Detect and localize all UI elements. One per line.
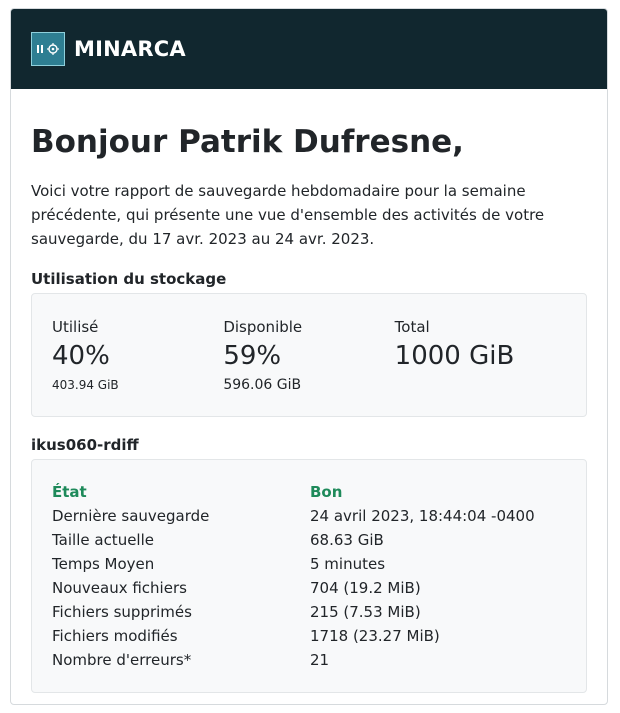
available-amount: 596.06 GiB: [223, 377, 302, 393]
storage-total-stat: Total 1000 GiB: [395, 318, 566, 416]
total-label: Total: [394, 318, 430, 336]
storage-used-stat: Utilisé 40% 403.94 GiB: [52, 318, 223, 416]
repository-details-panel: État Bon Dernière sauvegarde 24 avril 2023,…: [31, 459, 587, 693]
detail-row: Nombre d'erreurs* 21: [52, 648, 566, 672]
greeting-heading: Bonjour Patrik Dufresne,: [31, 124, 464, 160]
detail-value: 24 avril 2023, 18:44:04 -0400: [310, 507, 535, 525]
detail-label: Taille actuelle: [52, 531, 154, 549]
detail-label: Fichiers supprimés: [52, 603, 192, 621]
detail-row: Fichiers supprimés 215 (7.53 MiB): [52, 600, 566, 624]
detail-value: 21: [310, 651, 330, 669]
used-label: Utilisé: [52, 318, 99, 336]
detail-row: Taille actuelle 68.63 GiB: [52, 528, 566, 552]
detail-label: Nouveaux fichiers: [52, 579, 187, 597]
detail-row: Nouveaux fichiers 704 (19.2 MiB): [52, 576, 566, 600]
intro-paragraph: Voici votre rapport de sauvegarde hebdom…: [31, 182, 545, 248]
detail-value: 215 (7.53 MiB): [310, 603, 421, 621]
detail-label: Temps Moyen: [52, 555, 155, 573]
detail-label: Nombre d'erreurs*: [52, 651, 192, 669]
available-label: Disponible: [223, 318, 303, 336]
minarca-logo-icon: [31, 32, 65, 66]
status-value: Bon: [310, 483, 343, 501]
repository-name: ikus060-rdiff: [31, 436, 139, 454]
detail-row: Dernière sauvegarde 24 avril 2023, 18:44:…: [52, 504, 566, 528]
storage-available-stat: Disponible 59% 596.06 GiB: [223, 318, 394, 416]
detail-label: Dernière sauvegarde: [52, 507, 210, 525]
detail-row: Temps Moyen 5 minutes: [52, 552, 566, 576]
detail-row: Fichiers modifiés 1718 (23.27 MiB): [52, 624, 566, 648]
detail-value: 1718 (23.27 MiB): [310, 627, 440, 645]
email-body: Bonjour Patrik Dufresne, Voici votre rap…: [11, 123, 607, 693]
used-amount: 403.94 GiB: [52, 378, 119, 392]
storage-usage-panel: Utilisé 40% 403.94 GiB Disponible 59% 59…: [31, 293, 587, 417]
detail-value: 68.63 GiB: [310, 531, 384, 549]
detail-label: Fichiers modifiés: [52, 627, 178, 645]
brand-name: MINARCA: [74, 37, 186, 61]
repository-details-table: État Bon Dernière sauvegarde 24 avril 2023,…: [52, 480, 566, 672]
logo-bars-icon: [37, 45, 43, 53]
email-header: MINARCA: [11, 9, 607, 89]
status-row: État Bon: [52, 480, 566, 504]
used-percent: 40%: [52, 341, 110, 371]
status-label: État: [52, 483, 87, 501]
total-amount: 1000 GiB: [394, 341, 515, 371]
report-email-card: MINARCA Bonjour Patrik Dufresne, Voici v…: [10, 8, 608, 705]
detail-value: 5 minutes: [310, 555, 386, 573]
logo-gear-icon: [47, 43, 59, 55]
available-percent: 59%: [223, 341, 282, 371]
storage-section-title: Utilisation du stockage: [31, 270, 227, 288]
detail-value: 704 (19.2 MiB): [310, 579, 421, 597]
